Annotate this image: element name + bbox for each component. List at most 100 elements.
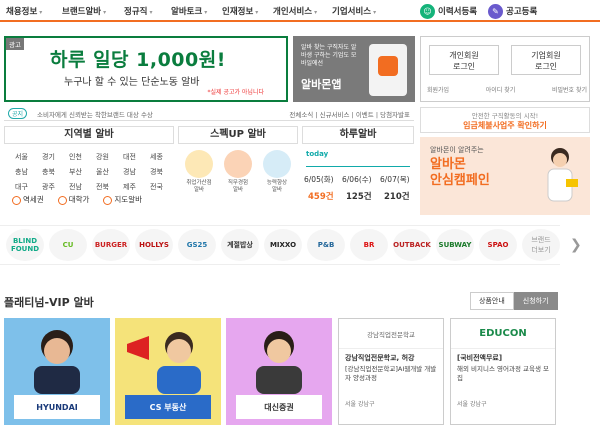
region-link[interactable]: 광주 — [35, 182, 62, 192]
apply-tab[interactable]: 신청하기 — [513, 292, 558, 310]
find-password-link[interactable]: 비밀번호 찾기 — [552, 85, 587, 94]
main-banner[interactable]: 광고 하루 일당 1,000원! 누구나 할 수 있는 단순노동 알바 *실제 … — [4, 36, 288, 102]
product-info-tab[interactable]: 상품안내 — [470, 292, 514, 310]
daily-date[interactable]: 6/05(화) — [304, 174, 334, 185]
brand-logo[interactable]: BURGER — [92, 229, 130, 261]
login-links: 회원가입 아이디 찾기 비밀번호 찾기 — [427, 85, 587, 94]
bonus-icon — [185, 150, 213, 178]
region-link[interactable]: 강원 — [89, 152, 116, 162]
ad-label: 광고 — [6, 38, 24, 50]
notice-bar: 공지 소비자에게 신뢰받는 착한브랜드 대상 수상 전체소식 | 신규서비스 |… — [4, 107, 414, 121]
job-desc: [강남직업전문학교]AI웹개발 개발자 양성과정 — [345, 365, 437, 382]
station-area-link[interactable]: 역세권 — [12, 194, 44, 205]
app-banner-small: 알바 찾는 구직자도 알바생 구하는 기업도 모바일에선 — [301, 44, 357, 67]
wage-check-promo[interactable]: 안전한 구직활동의 시작! 임금체불사업주 확인하기 — [420, 107, 590, 133]
nav-item-talk[interactable]: 알바토크 ▾ — [171, 5, 207, 17]
region-link[interactable]: 전북 — [89, 182, 116, 192]
nav-item-company[interactable]: 기업서비스 ▾ — [332, 5, 376, 17]
brand-logo[interactable]: SUBWAY — [436, 229, 474, 261]
person-photo — [256, 331, 302, 394]
nav-item-talent[interactable]: 인재정보 ▾ — [222, 5, 258, 17]
region-link[interactable]: 전국 — [143, 182, 170, 192]
post-register-button[interactable]: ✎ 공고등록 — [488, 3, 537, 19]
nav-item-jobs[interactable]: 채용정보 ▾ — [6, 5, 42, 17]
chevron-right-icon[interactable]: ❯ — [570, 237, 582, 253]
brand-logo[interactable]: SPAO — [479, 229, 517, 261]
daily-count[interactable]: 459건 — [308, 190, 334, 202]
promo2-small: 알바몬이 알려주는 — [430, 146, 484, 154]
cs-realestate-logo: CS 부동산 — [125, 395, 211, 419]
region-link[interactable]: 대구 — [8, 182, 35, 192]
daily-date[interactable]: 6/07(목) — [380, 174, 410, 185]
job-location: 서울 강남구 — [345, 401, 375, 408]
banner-disclaimer: *실제 공고가 아닙니다 — [207, 89, 265, 96]
school-logo: 강남직업전문학교 — [339, 319, 443, 349]
brand-logo[interactable]: GS25 — [178, 229, 216, 261]
brand-logo[interactable]: OUTBACK — [393, 229, 431, 261]
notice-text[interactable]: 소비자에게 신뢰받는 착한브랜드 대상 수상 — [37, 109, 153, 119]
platinum-title: 플래티넘-VIP 알바 — [4, 296, 94, 309]
brand-logo[interactable]: 계절밥상 — [221, 229, 259, 261]
region-link[interactable]: 전남 — [62, 182, 89, 192]
nav-item-personal[interactable]: 개인서비스 ▾ — [273, 5, 317, 17]
company-login-button[interactable]: 기업회원 로그인 — [511, 45, 581, 75]
region-link[interactable]: 인천 — [62, 152, 89, 162]
notice-links[interactable]: 전체소식 | 신규서비스 | 이벤트 | 당첨자발표 — [289, 109, 410, 119]
skill-icon — [263, 150, 291, 178]
brand-logo[interactable]: MIXXO — [264, 229, 302, 261]
vip-card-gangnam-school[interactable]: 강남직업전문학교 강남직업전문학교, 허강 [강남직업전문학교]AI웹개발 개발… — [338, 318, 444, 425]
timeline-line — [306, 166, 410, 167]
promo2-title: 알바몬 안심캠페인 — [430, 157, 490, 188]
campus-link[interactable]: 대학가 — [57, 194, 89, 205]
post-icon: ✎ — [488, 3, 503, 19]
vip-card-realestate[interactable]: CS 부동산 — [115, 318, 221, 425]
region-link[interactable]: 대전 — [116, 152, 143, 162]
brand-logo[interactable]: HOLLYS — [135, 229, 173, 261]
brand-more-link[interactable]: 브랜드 더보기 — [522, 229, 560, 261]
brand-logo[interactable]: BLIND FOUND — [6, 229, 44, 261]
region-link[interactable]: 세종 — [143, 152, 170, 162]
person-photo — [34, 330, 80, 394]
region-link[interactable]: 부산 — [62, 167, 89, 177]
personal-login-button[interactable]: 개인회원 로그인 — [429, 45, 499, 75]
signup-link[interactable]: 회원가입 — [427, 85, 449, 94]
vip-card-hyundai[interactable]: HYUNDAI — [4, 318, 110, 425]
region-link[interactable]: 충북 — [35, 167, 62, 177]
today-label: today — [306, 150, 329, 158]
login-box: 개인회원 로그인 기업회원 로그인 회원가입 아이디 찾기 비밀번호 찾기 — [420, 36, 590, 102]
map-link[interactable]: 지도알바 — [103, 194, 142, 205]
region-extra-links: 역세권 대학가 지도알바 — [12, 194, 142, 205]
find-id-link[interactable]: 아이디 찾기 — [486, 85, 516, 94]
megaphone-person-photo — [127, 332, 201, 394]
hyundai-logo: HYUNDAI — [14, 395, 100, 419]
spec-card-skill[interactable]: 능력향상 알바 — [260, 150, 294, 194]
brand-logo[interactable]: CU — [49, 229, 87, 261]
job-title: 강남직업전문학교, 허강 — [345, 354, 415, 362]
daily-count[interactable]: 210건 — [384, 190, 410, 202]
region-link[interactable]: 제주 — [116, 182, 143, 192]
daily-date[interactable]: 6/06(수) — [342, 174, 372, 185]
spec-title: 스펙UP 알바 — [178, 126, 298, 144]
job-title: [국비전액무료] — [457, 354, 503, 362]
region-link[interactable]: 경기 — [35, 152, 62, 162]
vip-card-daishin[interactable]: 대신증권 — [226, 318, 332, 425]
notice-tag: 공지 — [8, 108, 28, 119]
spec-card-experience[interactable]: 직무경험 알바 — [221, 150, 255, 194]
safety-campaign-promo[interactable]: 알바몬이 알려주는 알바몬 안심캠페인 — [420, 137, 590, 215]
resume-register-button[interactable]: ☺ 이력서등록 — [420, 3, 477, 19]
region-link[interactable]: 서울 — [8, 152, 35, 162]
brand-logo[interactable]: P&B — [307, 229, 345, 261]
region-link[interactable]: 경남 — [116, 167, 143, 177]
brand-logo[interactable]: BR — [350, 229, 388, 261]
nav-item-fulltime[interactable]: 정규직 ▾ — [124, 5, 152, 17]
vip-card-educon[interactable]: EDUCON [국비전액무료] 해외 비지니스 영어과정 교육생 모집 서울 강… — [450, 318, 556, 425]
region-link[interactable]: 울산 — [89, 167, 116, 177]
spec-card-bonus[interactable]: 취업가산점 알바 — [182, 150, 216, 194]
region-link[interactable]: 경북 — [143, 167, 170, 177]
banner-headline: 하루 일당 1,000원! — [50, 49, 226, 71]
region-link[interactable]: 충남 — [8, 167, 35, 177]
experience-icon — [224, 150, 252, 178]
app-banner[interactable]: 알바 찾는 구직자도 알바생 구하는 기업도 모바일에선 알바몬앱 — [293, 36, 415, 102]
daily-count[interactable]: 125건 — [346, 190, 372, 202]
nav-item-brand[interactable]: 브랜드알바 ▾ — [62, 5, 106, 17]
